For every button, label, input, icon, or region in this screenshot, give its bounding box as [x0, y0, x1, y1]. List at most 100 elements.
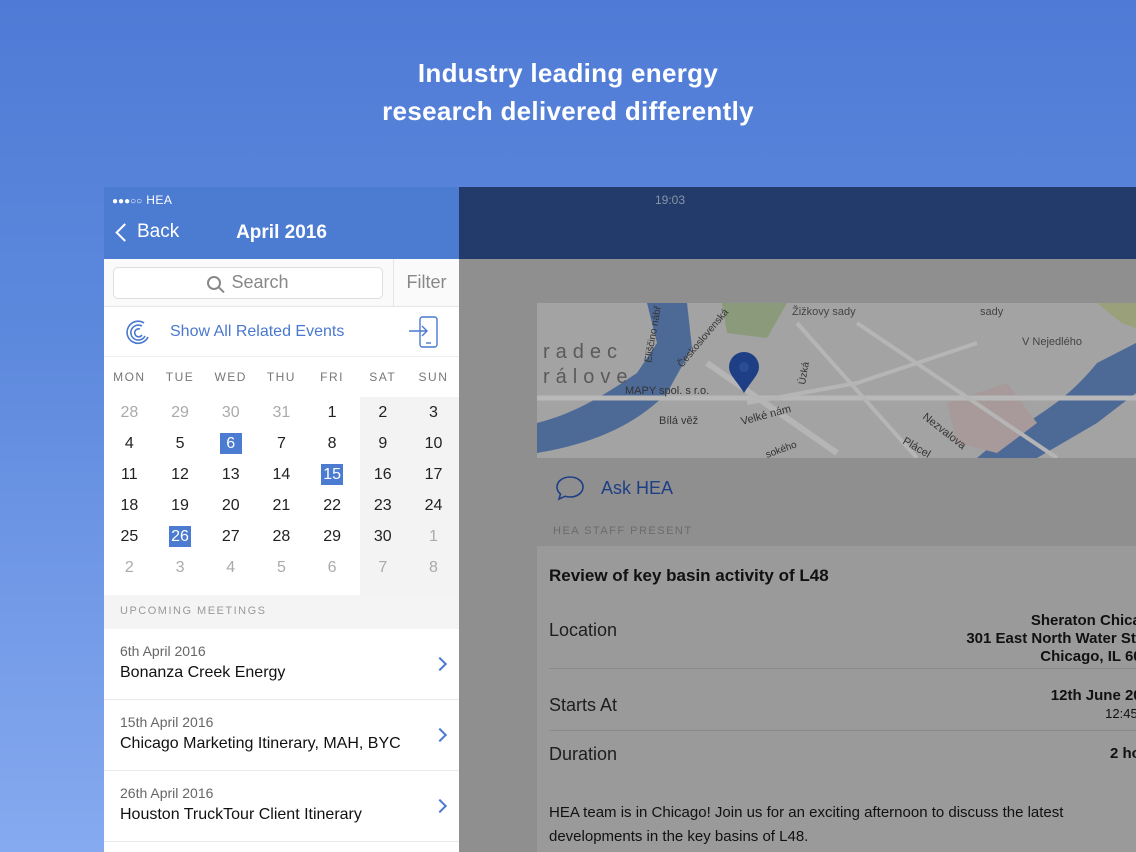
map-label: radec: [543, 341, 623, 363]
calendar-day[interactable]: 5: [256, 552, 307, 583]
ask-hea-button[interactable]: Ask HEA: [537, 458, 1136, 518]
calendar-day-number: 14: [272, 466, 291, 483]
map-label: rálove: [543, 366, 633, 388]
calendar-day-number: 7: [378, 559, 388, 576]
calendar-day-number: 28: [272, 528, 291, 545]
calendar-day[interactable]: 7: [256, 428, 307, 459]
staff-present-title: HEA STAFF PRESENT: [553, 525, 693, 537]
calendar-day-number: 21: [272, 497, 291, 514]
calendar-day[interactable]: 3: [408, 397, 459, 428]
calendar-day[interactable]: 29: [155, 397, 206, 428]
calendar-day[interactable]: 29: [307, 521, 358, 552]
calendar-day-selected[interactable]: 26: [155, 521, 206, 552]
calendar-day[interactable]: 8: [307, 428, 358, 459]
calendar-day-selected[interactable]: 15: [307, 459, 358, 490]
duration-value: 2 hou: [1110, 745, 1136, 762]
meeting-list-item[interactable]: 26th April 2016 Houston TruckTour Client…: [104, 771, 459, 842]
calendar-day-number: 8: [327, 435, 337, 452]
calendar-day[interactable]: 4: [205, 552, 256, 583]
weekday-label: WED: [214, 370, 247, 384]
calendar-day[interactable]: 3: [155, 552, 206, 583]
map-label: MAPY spol. s r.o.: [625, 385, 709, 397]
calendar-day[interactable]: 6: [307, 552, 358, 583]
search-bar: Search Filter: [104, 258, 459, 307]
search-input[interactable]: Search: [113, 266, 383, 299]
calendar-day-number: 27: [221, 528, 240, 545]
detail-nav-bar: 19:03: [459, 187, 1136, 259]
calendar-day[interactable]: 12: [155, 459, 206, 490]
meeting-date: 15th April 2016: [120, 714, 214, 730]
calendar-day[interactable]: 9: [357, 428, 408, 459]
calendar-day[interactable]: 13: [205, 459, 256, 490]
calendar-day[interactable]: 1: [307, 397, 358, 428]
calendar-day[interactable]: 7: [357, 552, 408, 583]
page-title: April 2016: [236, 222, 327, 243]
calendar-day[interactable]: 16: [357, 459, 408, 490]
calendar-day-number: 30: [221, 404, 240, 421]
starts-date: 12th June 201: [1050, 687, 1136, 704]
calendar-day-selected[interactable]: 6: [205, 428, 256, 459]
calendar-day[interactable]: 22: [307, 490, 358, 521]
calendar-day[interactable]: 1: [408, 521, 459, 552]
calendar-grid: 28 29 30 31 1 2 3 4 5 6 7 8 9 10 11 12 13 14 15 16 17 18 19 20 2…: [104, 397, 459, 595]
calendar-day-number: 30: [373, 528, 392, 545]
calendar-day[interactable]: 27: [205, 521, 256, 552]
calendar-day[interactable]: 20: [205, 490, 256, 521]
calendar-day-number: 7: [276, 435, 286, 452]
meeting-list-item[interactable]: 6th April 2016 Bonanza Creek Energy: [104, 629, 459, 700]
phone-sync-icon[interactable]: [407, 315, 441, 349]
calendar-day[interactable]: 14: [256, 459, 307, 490]
location-line: Sheraton Chicag: [1030, 612, 1136, 629]
calendar-day-number: 4: [226, 559, 236, 576]
calendar-day-number: 5: [175, 435, 185, 452]
map-label: Bílá věž: [659, 415, 698, 427]
upcoming-meetings-title: UPCOMING MEETINGS: [104, 595, 459, 629]
calendar-day-number: 6: [327, 559, 337, 576]
calendar-week-row: 2 3 4 5 6 7 8: [104, 552, 459, 583]
calendar-day[interactable]: 19: [155, 490, 206, 521]
search-placeholder: Search: [231, 272, 289, 292]
calendar-day[interactable]: 10: [408, 428, 459, 459]
event-title: Review of key basin activity of L48: [549, 566, 829, 585]
weekday-label: TUE: [165, 370, 195, 384]
calendar-day[interactable]: 23: [357, 490, 408, 521]
calendar-day[interactable]: 2: [104, 552, 155, 583]
calendar-panel: ●●●○○ HEA Back April 2016 Search Filter S…: [104, 187, 459, 852]
hea-logo-icon: [126, 320, 149, 344]
calendar-day-number: 11: [121, 466, 138, 483]
calendar-day[interactable]: 18: [104, 490, 155, 521]
show-related-events-button[interactable]: Show All Related Events: [104, 307, 459, 357]
calendar-day[interactable]: 11: [104, 459, 155, 490]
calendar-day[interactable]: 30: [357, 521, 408, 552]
calendar-day[interactable]: 25: [104, 521, 155, 552]
calendar-day-number: 5: [276, 559, 286, 576]
tablet-screen: ●●●○○ HEA Back April 2016 Search Filter S…: [104, 187, 1136, 852]
calendar-day-number: 12: [171, 466, 189, 483]
event-description: HEA team is in Chicago! Join us for an e…: [549, 801, 1119, 849]
status-bar: ●●●○○ HEA: [112, 193, 172, 207]
calendar-day-number: 23: [373, 497, 392, 514]
event-map[interactable]: radec rálove Žižkovy sady sady V Nejedlé…: [537, 303, 1136, 458]
calendar-day[interactable]: 30: [205, 397, 256, 428]
weekday-label: THU: [266, 370, 296, 384]
calendar-day[interactable]: 24: [408, 490, 459, 521]
weekday-label: SAT: [369, 370, 397, 384]
calendar-day[interactable]: 31: [256, 397, 307, 428]
show-related-events-label: Show All Related Events: [170, 322, 345, 340]
calendar-day[interactable]: 2: [357, 397, 408, 428]
meeting-list-item[interactable]: 15th April 2016 Chicago Marketing Itiner…: [104, 700, 459, 771]
calendar-day[interactable]: 28: [104, 397, 155, 428]
calendar-day[interactable]: 17: [408, 459, 459, 490]
filter-button[interactable]: Filter: [393, 258, 459, 307]
starts-at-value: 12th June 201 12:45 E: [1051, 687, 1136, 723]
calendar-day[interactable]: 21: [256, 490, 307, 521]
calendar-week-row: 11 12 13 14 15 16 17: [104, 459, 459, 490]
calendar-day[interactable]: 4: [104, 428, 155, 459]
carrier-label: HEA: [146, 193, 173, 207]
event-detail-panel: 19:03 radec rálove Žižkovy sady sady V N…: [459, 187, 1136, 852]
calendar-day-number: 28: [120, 404, 139, 421]
calendar-day[interactable]: 28: [256, 521, 307, 552]
calendar-day[interactable]: 8: [408, 552, 459, 583]
calendar-week-row: 18 19 20 21 22 23 24: [104, 490, 459, 521]
calendar-day[interactable]: 5: [155, 428, 206, 459]
